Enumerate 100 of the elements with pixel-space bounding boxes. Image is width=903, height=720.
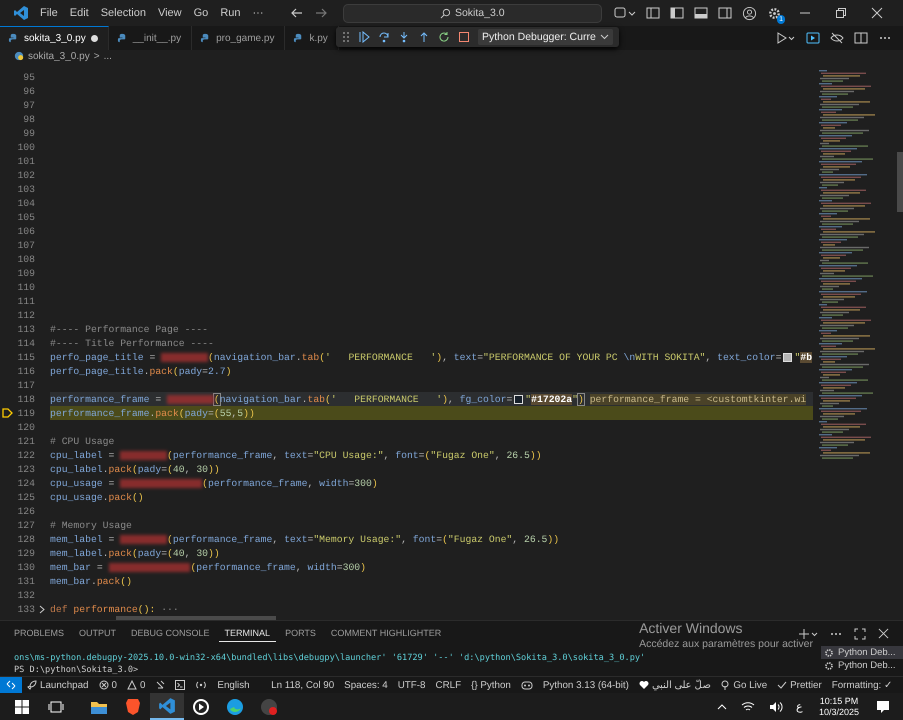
code-token: , <box>384 450 390 460</box>
code-token: = <box>348 478 354 488</box>
step-into-icon[interactable] <box>398 31 410 43</box>
color-swatch[interactable] <box>783 352 792 362</box>
code-token: )) <box>530 450 542 460</box>
menu-item[interactable]: View <box>152 5 188 21</box>
code-token: perfo_page_title <box>50 352 144 362</box>
split-editor-icon[interactable] <box>854 31 868 45</box>
debug-config-dropdown[interactable]: Python Debugger: Curre <box>478 29 613 45</box>
status-item[interactable]: Spaces: 4 <box>339 680 393 690</box>
step-out-icon[interactable] <box>418 31 430 43</box>
selected-text: #17202a <box>531 394 572 404</box>
line-number: 106 <box>16 226 35 236</box>
settings-icon[interactable] <box>767 6 782 20</box>
code-token: , <box>184 464 192 474</box>
status-item[interactable]: Formatting: ✓ <box>826 679 897 691</box>
menu-item[interactable]: Go <box>188 5 214 21</box>
windows-start-icon[interactable] <box>14 698 30 714</box>
status-item[interactable]: Prettier <box>772 680 827 690</box>
panel-tab[interactable]: DEBUG CONSOLE <box>125 626 216 641</box>
code-comment: # Memory Usage <box>50 520 132 530</box>
chevron-up-icon[interactable] <box>716 702 727 710</box>
terminal-list-item[interactable]: Python Deb... <box>821 646 903 659</box>
status-item[interactable]: Go Live <box>715 680 772 690</box>
volume-icon[interactable] <box>768 700 783 712</box>
code-token: 26.5 <box>524 534 548 544</box>
sidebar-toggle-icon[interactable] <box>670 6 684 20</box>
eye-off-icon[interactable] <box>830 31 844 45</box>
editor-tab[interactable]: __init__.py <box>108 26 192 50</box>
status-item[interactable]: Ln 118, Col 90 <box>266 680 340 690</box>
remote-button[interactable] <box>0 677 22 693</box>
status-item[interactable]: Launchpad <box>22 680 94 690</box>
menu-item[interactable]: Edit <box>64 5 95 21</box>
code-token: width <box>319 478 348 488</box>
code-token: , <box>296 562 303 572</box>
code-string: " <box>572 394 578 404</box>
code-token: ( <box>190 562 196 572</box>
code-token: ( <box>202 478 208 488</box>
search-field[interactable]: Sokita_3.0 <box>342 4 602 22</box>
secondary-sidebar-icon[interactable] <box>718 6 732 20</box>
panel-tab[interactable]: PROBLEMS <box>8 626 70 641</box>
code-token: ( <box>167 464 173 474</box>
status-item[interactable]: English <box>212 680 255 690</box>
restore-icon[interactable] <box>835 7 847 19</box>
terminal-list-item[interactable]: Python Deb... <box>821 659 903 672</box>
breadcrumb-item[interactable]: sokita_3_0.py <box>28 50 90 62</box>
forward-arrow-icon[interactable] <box>314 6 328 20</box>
menu-item[interactable]: ··· <box>246 5 270 21</box>
task-view-icon[interactable] <box>48 698 64 714</box>
maximize-panel-icon[interactable] <box>854 628 866 640</box>
code-string: " <box>525 394 532 404</box>
menu-item[interactable]: Run <box>214 5 246 21</box>
restart-icon[interactable] <box>438 31 450 43</box>
panel-tab[interactable]: TERMINAL <box>218 626 276 642</box>
add-terminal-icon[interactable] <box>798 628 818 640</box>
code-string: "Fugaz One" <box>448 534 512 544</box>
status-item[interactable]: Python 3.13 (64-bit) <box>538 680 634 690</box>
panel-toggle-icon[interactable] <box>694 6 708 20</box>
line-number: 108 <box>16 254 35 264</box>
debug-view-icon[interactable] <box>806 31 820 45</box>
menu-item[interactable]: Selection <box>94 5 152 21</box>
panel-tab[interactable]: PORTS <box>279 626 322 641</box>
step-over-icon[interactable] <box>378 31 390 43</box>
breadcrumb-item[interactable]: ... <box>104 50 112 62</box>
layout-icon[interactable] <box>646 6 660 20</box>
color-swatch[interactable] <box>514 394 524 404</box>
stop-icon[interactable] <box>458 31 470 43</box>
code-token: (): <box>138 604 156 614</box>
bug-icon <box>155 680 166 690</box>
close-icon[interactable] <box>878 628 889 639</box>
panel-tab[interactable]: OUTPUT <box>73 626 122 641</box>
terminal-icon <box>175 680 186 690</box>
status-item[interactable]: UTF-8 <box>392 680 430 690</box>
scrollbar-thumb[interactable] <box>897 152 903 212</box>
run-icon[interactable] <box>776 32 796 44</box>
status-item[interactable]: 0 <box>122 680 150 690</box>
back-arrow-icon[interactable] <box>290 6 304 20</box>
continue-icon[interactable] <box>358 31 370 43</box>
close-icon[interactable] <box>871 7 883 19</box>
status-item[interactable]: 0 <box>94 680 122 690</box>
status-item[interactable]: {} Python <box>466 680 516 690</box>
panel-tab[interactable]: COMMENT HIGHLIGHTER <box>324 626 448 641</box>
code-token: ) <box>436 352 442 362</box>
clock[interactable]: 10:15 PM 10/3/2025 <box>818 696 859 718</box>
status-item[interactable]: صلّ على النبي <box>634 679 716 691</box>
wifi-icon[interactable] <box>740 700 755 712</box>
editor-tab[interactable]: sokita_3_0.py <box>0 26 109 50</box>
code-token: = <box>477 352 484 362</box>
horizontal-scrollbar-thumb[interactable] <box>116 616 276 620</box>
notification-icon[interactable] <box>876 700 890 714</box>
chevron-icon[interactable] <box>39 604 46 614</box>
code-token: ) <box>226 366 232 376</box>
status-item[interactable]: CRLF <box>430 680 466 690</box>
drag-handle-icon[interactable] <box>342 31 350 43</box>
taskbar-app[interactable] <box>150 693 184 720</box>
breadcrumb-item[interactable]: > <box>94 50 100 62</box>
language-indicator[interactable]: ع <box>796 700 803 713</box>
menu-item[interactable]: File <box>34 5 64 21</box>
account-icon[interactable] <box>742 6 757 20</box>
blurred-text <box>120 534 168 544</box>
